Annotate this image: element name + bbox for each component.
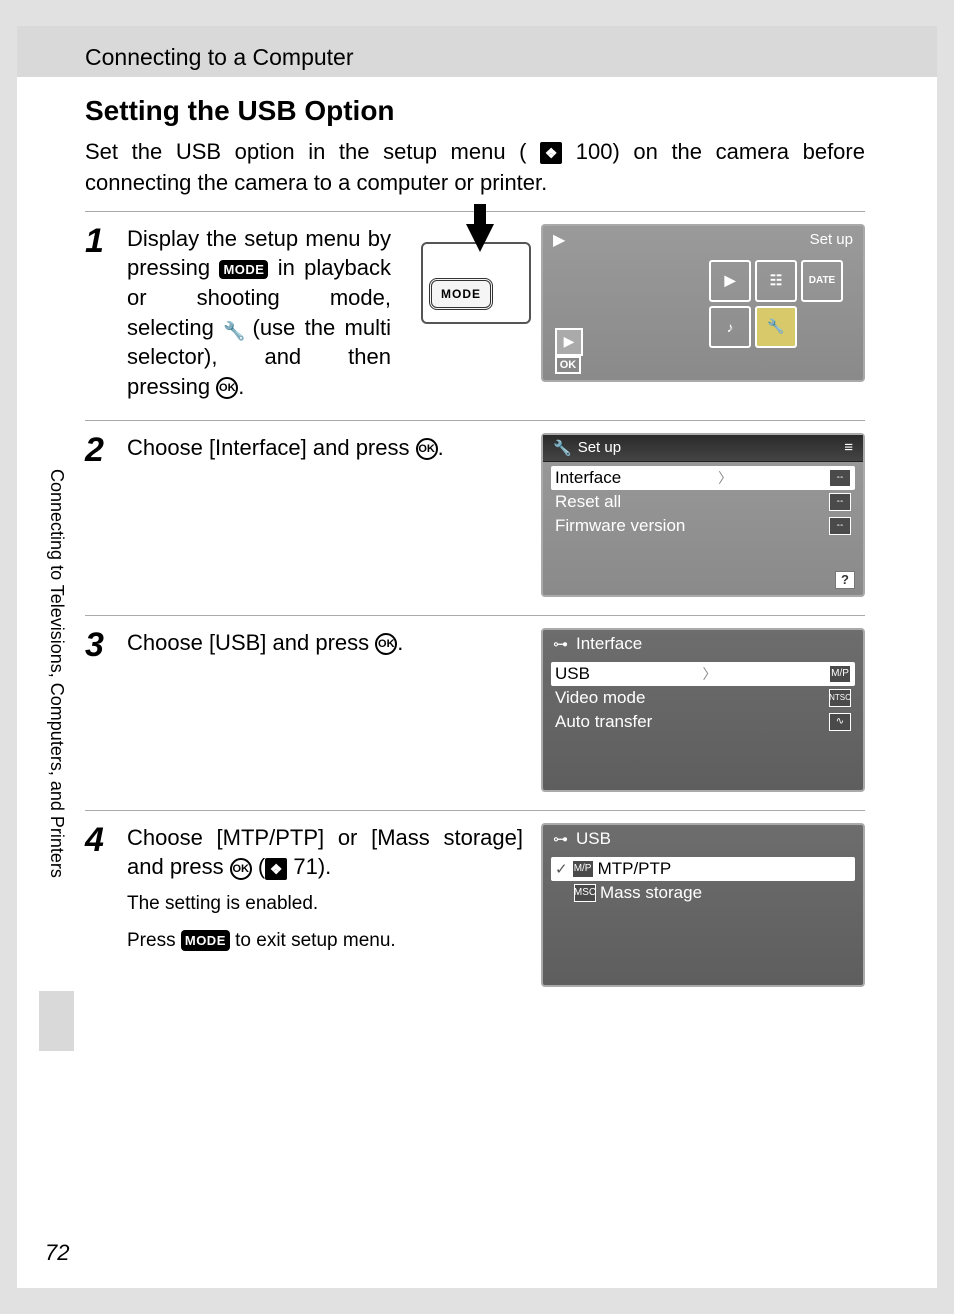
lcd3-title: Interface [576,634,642,654]
chevron-right-icon: 〉 [702,664,716,684]
ok-icon: OK [230,858,252,880]
lcd-screen-4: ⊶ USB ✓ M/P MTP/PTP MSC [541,823,865,987]
step-number: 3 [85,628,127,662]
step4-ref: 71 [293,854,317,879]
intro-part-a: Set the USB option in the setup menu ( [85,139,527,164]
lcd1-label: Set up [810,231,853,248]
help-icon: ? [835,571,855,589]
value-dash: -- [829,469,851,487]
page: Connecting to a Computer Setting the USB… [17,26,937,1288]
lcd-ok-icon: OK [555,356,581,374]
step-4: 4 Choose [MTP/PTP] or [Mass storage] and… [85,811,865,1005]
menu-item-interface-selected: Interface 〉 -- [551,466,855,490]
step-number: 4 [85,823,127,857]
lcd-screen-1: ▶ Set up ▶ ☷ DATE ♪ 🔧 ▶ OK [541,224,865,382]
value-dash: -- [829,493,851,511]
interface-icon: ⊶ [553,635,568,653]
lcd-screen-2: 🔧 Set up ≡ Interface 〉 -- Reset all [541,433,865,597]
intro-text: Set the USB option in the setup menu ( ❖… [85,137,865,199]
value-transfer-icon: ∿ [829,713,851,731]
mode-chip-icon: MODE [219,260,268,280]
menu-item-auto-transfer: Auto transfer ∿ [551,710,855,734]
step-3-text: Choose [USB] and press OK. [127,628,523,658]
grid-tile: ▶ [709,260,751,302]
lcd-screen-3: ⊶ Interface USB 〉 M/P Video mode NT [541,628,865,792]
step-3: 3 Choose [USB] and press OK. ⊶ Interface [85,616,865,810]
check-icon: ✓ [555,860,568,878]
ok-icon: OK [216,377,238,399]
step-1: 1 Display the setup menu by pressing MOD… [85,212,865,420]
camera-diagram: MODE [421,224,531,324]
menu-item-mtp-selected: ✓ M/P MTP/PTP [551,857,855,881]
menu-item-mass-storage: MSC Mass storage [551,881,855,905]
value-ntsc: NTSC [829,689,851,707]
ok-icon: OK [416,438,438,460]
value-mp: M/P [829,665,851,683]
page-number: 72 [45,1240,69,1266]
grid-tile: ♪ [709,306,751,348]
step-2: 2 Choose [Interface] and press OK. 🔧 Set… [85,421,865,615]
step-4-sub2: Press MODE to exit setup menu. [127,927,523,956]
reference-icon: ❖ [540,142,562,164]
lcd4-title: USB [576,829,611,849]
menu-item-video: Video mode NTSC [551,686,855,710]
value-dash: -- [829,517,851,535]
camera-mode-button: MODE [429,278,493,310]
content: Setting the USB Option Set the USB optio… [17,95,937,1005]
mode-chip-icon: MODE [181,930,230,952]
reference-icon: ❖ [265,858,287,880]
chevron-right-icon: 〉 [718,468,732,488]
grid-tile-date: DATE [801,260,843,302]
wrench-icon: 🔧 [223,319,243,339]
menu-item-usb-selected: USB 〉 M/P [551,662,855,686]
value-msc: MSC [574,884,596,902]
side-tab [39,991,74,1051]
menu-item-reset: Reset all -- [551,490,855,514]
lcd-left-play-icon: ▶ [555,328,583,356]
menu-icon: ≡ [844,439,853,456]
grid-tile: ☷ [755,260,797,302]
step-number: 2 [85,433,127,467]
grid-tile-setup-selected: 🔧 [755,306,797,348]
lcd2-wrench-icon: 🔧 [553,439,572,457]
step-4-sub1: The setting is enabled. [127,890,523,919]
usb-icon: ⊶ [553,830,568,848]
play-icon: ▶ [553,230,565,250]
ok-icon: OK [375,633,397,655]
intro-ref-num: 100 [576,139,613,164]
side-section-label: Connecting to Televisions, Computers, an… [47,469,67,989]
lcd2-title: Set up [578,439,621,456]
header-bar: Connecting to a Computer [17,26,937,77]
step-number: 1 [85,224,127,258]
step-1-text: Display the setup menu by pressing MODE … [127,224,391,402]
step-4-text: Choose [MTP/PTP] or [Mass storage] and p… [127,823,523,882]
menu-item-firmware: Firmware version -- [551,514,855,538]
step-2-text: Choose [Interface] and press OK. [127,433,523,463]
page-title: Setting the USB Option [85,95,865,127]
value-mp: M/P [572,860,594,878]
mode-grid: ▶ ☷ DATE ♪ 🔧 [709,260,843,348]
breadcrumb: Connecting to a Computer [85,44,354,70]
